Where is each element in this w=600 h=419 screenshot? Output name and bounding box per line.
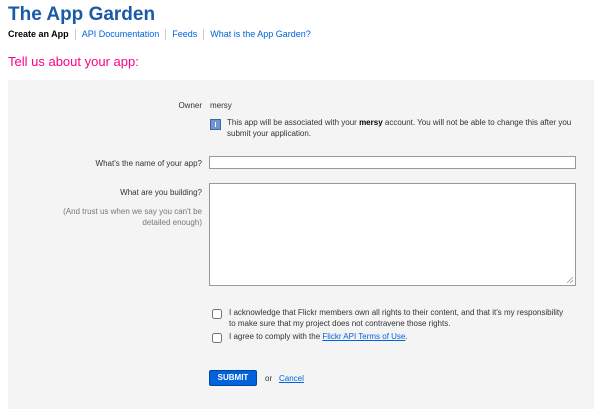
info-text-username: mersy	[359, 118, 383, 127]
description-label: What are you building?	[120, 188, 202, 197]
agree-terms-text: I agree to comply with the Flickr API Te…	[229, 331, 569, 342]
agree-terms-checkbox[interactable]	[212, 333, 222, 343]
nav-what-is-app-garden[interactable]: What is the App Garden?	[203, 29, 317, 40]
description-hint: (And trust us when we say you can't be d…	[63, 207, 202, 227]
acknowledge-rights-checkbox[interactable]	[212, 309, 222, 319]
site-title[interactable]: The App Garden	[8, 4, 155, 26]
nav-create-an-app[interactable]: Create an App	[8, 29, 75, 40]
nav-feeds[interactable]: Feeds	[165, 29, 203, 40]
api-terms-link[interactable]: Flickr API Terms of Use	[322, 332, 405, 341]
resize-grip-icon[interactable]	[566, 276, 574, 284]
info-icon	[210, 119, 221, 130]
submit-button[interactable]: SUBMIT	[209, 370, 257, 386]
page-heading: Tell us about your app:	[8, 54, 139, 69]
nav-api-documentation[interactable]: API Documentation	[74, 29, 166, 40]
app-name-label: What's the name of your app?	[95, 159, 202, 168]
agree-terms-prefix: I agree to comply with the	[229, 332, 323, 341]
acknowledge-rights-text: I acknowledge that Flickr members own al…	[229, 308, 564, 328]
cancel-link[interactable]: Cancel	[279, 373, 304, 384]
sub-navigation: Create an App API Documentation Feeds Wh…	[8, 29, 317, 40]
owner-label: Owner	[178, 101, 202, 110]
agree-terms-suffix: .	[405, 332, 408, 341]
or-separator: or	[265, 374, 273, 383]
owner-value: mersy	[210, 101, 232, 110]
owner-info-text: This app will be associated with your me…	[227, 117, 572, 139]
info-text-start: This app will be associated with your	[227, 118, 360, 127]
app-name-input[interactable]	[209, 156, 576, 169]
description-textarea[interactable]	[209, 183, 576, 286]
